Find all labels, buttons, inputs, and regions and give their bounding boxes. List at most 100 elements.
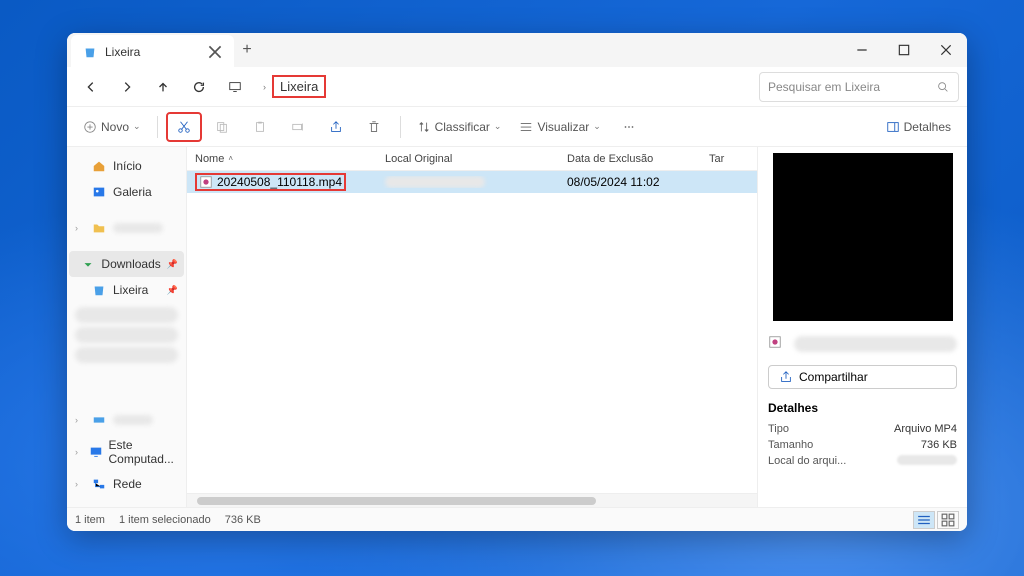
chevron-down-icon: ⌄ <box>133 121 141 132</box>
recycle-bin-icon <box>83 45 97 59</box>
column-headers: Nome ˄ Local Original Data de Exclusão T… <box>187 147 757 171</box>
statusbar: 1 item 1 item selecionado 736 KB <box>67 507 967 531</box>
file-original-cell <box>377 176 559 188</box>
sidebar-item-drive[interactable]: › <box>69 407 184 433</box>
column-name[interactable]: Nome ˄ <box>187 153 377 165</box>
home-icon <box>91 158 107 174</box>
close-tab-icon[interactable] <box>208 45 222 59</box>
status-selected-count: 1 item selecionado <box>119 514 211 526</box>
view-toggle-icons[interactable] <box>937 511 959 529</box>
address-bar[interactable]: › Lixeira <box>255 72 755 102</box>
content-area: Início Galeria › Downloads 📌 <box>67 147 967 507</box>
share-icon <box>779 370 793 384</box>
titlebar: Lixeira + <box>67 33 967 67</box>
window-controls <box>841 33 967 67</box>
column-original[interactable]: Local Original <box>377 153 559 165</box>
details-section-title: Detalhes <box>768 401 957 415</box>
status-size: 736 KB <box>225 514 261 526</box>
view-icon <box>519 120 533 134</box>
pin-icon: 📌 <box>167 259 178 270</box>
monitor-icon[interactable] <box>219 71 251 103</box>
up-button[interactable] <box>147 71 179 103</box>
sidebar-item-home[interactable]: Início <box>69 153 184 179</box>
details-pane-button[interactable]: Detalhes <box>878 112 959 142</box>
folder-icon <box>91 220 107 236</box>
details-pane: Compartilhar Detalhes TipoArquivo MP4 Ta… <box>757 147 967 507</box>
plus-circle-icon <box>83 120 97 134</box>
gallery-icon <box>91 184 107 200</box>
cut-button[interactable] <box>166 112 202 142</box>
expand-icon[interactable]: › <box>75 479 85 489</box>
preview-thumbnail <box>773 153 953 321</box>
sidebar-item-network[interactable]: › Rede <box>69 471 184 497</box>
file-rows[interactable]: 20240508_110118.mp4 08/05/2024 11:02 <box>187 171 757 493</box>
sidebar-item-gallery[interactable]: Galeria <box>69 179 184 205</box>
video-file-icon <box>768 335 786 353</box>
file-name-cell: 20240508_110118.mp4 <box>187 173 377 191</box>
share-button[interactable] <box>318 112 354 142</box>
close-window-button[interactable] <box>925 33 967 67</box>
explorer-window: Lixeira + › Lixeira Pesquisar em Lixeira <box>67 33 967 531</box>
file-deleted-cell: 08/05/2024 11:02 <box>559 175 701 189</box>
view-toggle-details[interactable] <box>913 511 935 529</box>
column-deleted[interactable]: Data de Exclusão <box>559 153 701 165</box>
chevron-down-icon: ⌄ <box>593 121 601 132</box>
sidebar-item-downloads[interactable]: Downloads 📌 <box>69 251 184 277</box>
trash-icon <box>367 120 381 134</box>
share-icon <box>329 120 343 134</box>
horizontal-scrollbar[interactable] <box>187 493 757 507</box>
new-tab-button[interactable]: + <box>242 41 251 59</box>
sidebar-item-thispc[interactable]: › Este Computad... <box>69 433 184 471</box>
delete-button[interactable] <box>356 112 392 142</box>
back-button[interactable] <box>75 71 107 103</box>
drive-icon <box>91 412 107 428</box>
preview-filename <box>794 336 957 352</box>
search-input[interactable]: Pesquisar em Lixeira <box>759 72 959 102</box>
maximize-button[interactable] <box>883 33 925 67</box>
forward-button[interactable] <box>111 71 143 103</box>
pin-icon: 📌 <box>167 285 178 296</box>
copy-icon <box>215 120 229 134</box>
computer-icon <box>89 444 103 460</box>
recycle-bin-icon <box>91 282 107 298</box>
network-icon <box>91 476 107 492</box>
sidebar-item-folder[interactable]: › <box>69 215 184 241</box>
view-button[interactable]: Visualizar ⌄ <box>511 112 608 142</box>
downloads-icon <box>81 256 95 272</box>
refresh-button[interactable] <box>183 71 215 103</box>
share-button[interactable]: Compartilhar <box>768 365 957 389</box>
column-size[interactable]: Tar <box>701 153 757 165</box>
navbar: › Lixeira Pesquisar em Lixeira <box>67 67 967 107</box>
file-row[interactable]: 20240508_110118.mp4 08/05/2024 11:02 <box>187 171 757 193</box>
sidebar-item-recycle[interactable]: Lixeira 📌 <box>69 277 184 303</box>
chevron-right-icon: › <box>263 82 266 92</box>
expand-icon[interactable]: › <box>75 415 85 425</box>
expand-icon[interactable]: › <box>75 223 85 233</box>
sort-button[interactable]: Classificar ⌄ <box>409 112 510 142</box>
details-pane-icon <box>886 120 900 134</box>
rename-icon <box>291 120 305 134</box>
minimize-button[interactable] <box>841 33 883 67</box>
toolbar: Novo ⌄ Classificar ⌄ Visualiza <box>67 107 967 147</box>
breadcrumb-current[interactable]: Lixeira <box>272 75 326 98</box>
tab-lixeira[interactable]: Lixeira <box>71 35 234 69</box>
tab-title: Lixeira <box>105 45 140 59</box>
more-button[interactable] <box>611 112 647 142</box>
chevron-down-icon: ⌄ <box>494 121 502 132</box>
paste-button[interactable] <box>242 112 278 142</box>
video-file-icon <box>199 175 213 189</box>
paste-icon <box>253 120 267 134</box>
rename-button[interactable] <box>280 112 316 142</box>
sort-indicator-icon: ˄ <box>228 154 233 163</box>
file-list: Nome ˄ Local Original Data de Exclusão T… <box>187 147 757 507</box>
search-icon <box>936 80 950 94</box>
more-icon <box>622 120 636 134</box>
navigation-sidebar: Início Galeria › Downloads 📌 <box>67 147 187 507</box>
cut-icon <box>177 120 191 134</box>
search-placeholder: Pesquisar em Lixeira <box>768 80 936 94</box>
expand-icon[interactable]: › <box>75 447 83 457</box>
new-button[interactable]: Novo ⌄ <box>75 112 149 142</box>
sort-icon <box>417 120 431 134</box>
status-item-count: 1 item <box>75 514 105 526</box>
copy-button[interactable] <box>204 112 240 142</box>
